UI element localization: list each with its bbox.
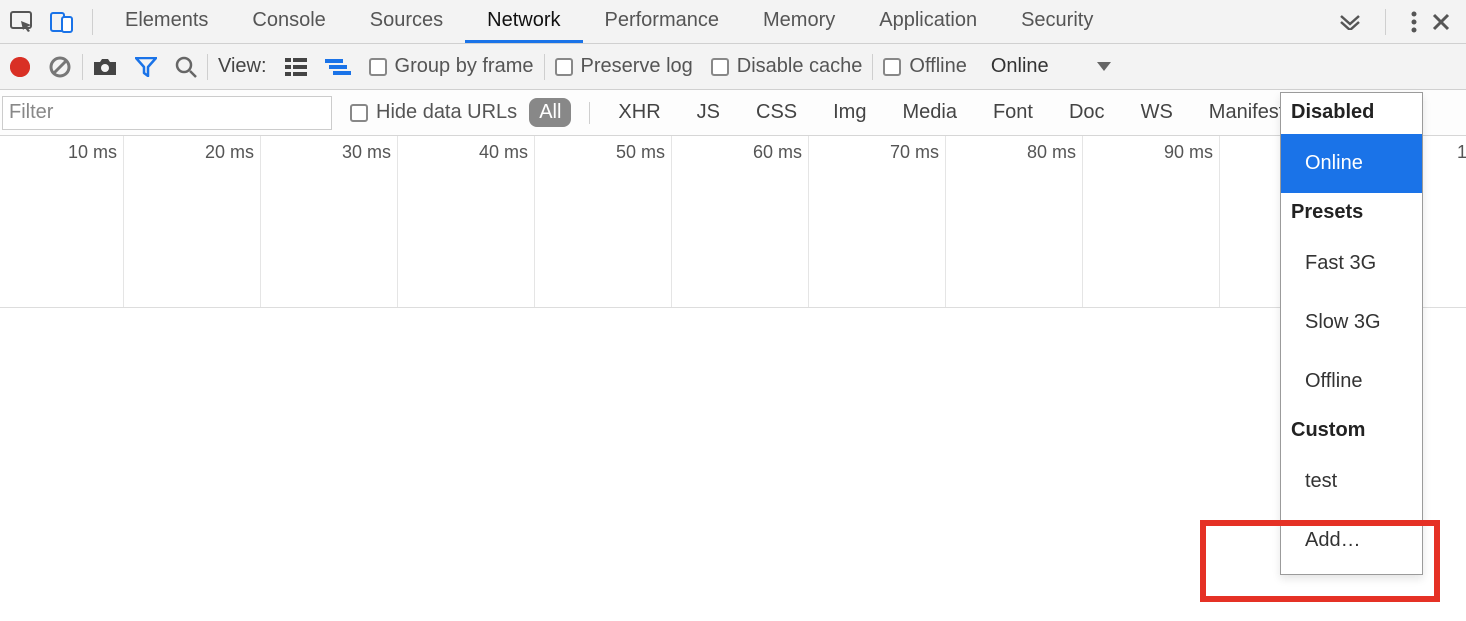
checkbox-icon bbox=[883, 58, 901, 76]
tick-label: 50 ms bbox=[616, 142, 665, 163]
hide-data-urls-checkbox[interactable]: Hide data URLs bbox=[350, 101, 517, 124]
filter-type-font[interactable]: Font bbox=[983, 98, 1043, 127]
panel-tabs: Elements Console Sources Network Perform… bbox=[103, 0, 1339, 43]
throttle-option-fast3g[interactable]: Fast 3G bbox=[1281, 234, 1422, 293]
group-by-frame-label: Group by frame bbox=[395, 55, 534, 78]
throttle-option-offline[interactable]: Offline bbox=[1281, 352, 1422, 411]
offline-label: Offline bbox=[909, 55, 966, 78]
clear-icon[interactable] bbox=[48, 55, 72, 79]
group-by-frame-checkbox[interactable]: Group by frame bbox=[369, 55, 534, 78]
filter-type-doc[interactable]: Doc bbox=[1059, 98, 1115, 127]
filter-icon[interactable] bbox=[135, 57, 157, 77]
preserve-log-label: Preserve log bbox=[581, 55, 693, 78]
filter-type-css[interactable]: CSS bbox=[746, 98, 807, 127]
network-toolbar: View: Group by frame Preserve log Disabl… bbox=[0, 44, 1466, 90]
filter-input[interactable] bbox=[2, 96, 332, 130]
separator bbox=[207, 54, 208, 80]
separator bbox=[92, 9, 93, 35]
network-filter-bar: Hide data URLs All XHR JS CSS Img Media … bbox=[0, 90, 1466, 136]
view-label: View: bbox=[218, 55, 267, 78]
tick-label: 70 ms bbox=[890, 142, 939, 163]
network-timeline-overview[interactable]: 10 ms 20 ms 30 ms 40 ms 50 ms 60 ms 70 m… bbox=[0, 136, 1466, 308]
hide-data-urls-label: Hide data URLs bbox=[376, 101, 517, 124]
devtools-tab-strip: Elements Console Sources Network Perform… bbox=[0, 0, 1466, 44]
tick-label: 80 ms bbox=[1027, 142, 1076, 163]
throttle-option-test[interactable]: test bbox=[1281, 452, 1422, 511]
tab-console[interactable]: Console bbox=[230, 0, 347, 43]
throttling-select[interactable]: Online bbox=[985, 53, 1117, 80]
tab-security[interactable]: Security bbox=[999, 0, 1115, 43]
filter-type-js[interactable]: JS bbox=[687, 98, 730, 127]
filter-type-media[interactable]: Media bbox=[892, 98, 966, 127]
tick-label: 60 ms bbox=[753, 142, 802, 163]
tick-label: 110 ms bbox=[1457, 142, 1466, 163]
kebab-menu-icon[interactable] bbox=[1410, 11, 1418, 33]
record-icon[interactable] bbox=[10, 57, 30, 77]
chevron-down-icon bbox=[1097, 62, 1111, 71]
throttle-option-add[interactable]: Add… bbox=[1281, 511, 1422, 570]
offline-checkbox[interactable]: Offline bbox=[883, 55, 966, 78]
throttling-dropdown: Disabled Online Presets Fast 3G Slow 3G … bbox=[1280, 92, 1423, 575]
disable-cache-checkbox[interactable]: Disable cache bbox=[711, 55, 863, 78]
waterfall-view-icon[interactable] bbox=[325, 59, 351, 75]
close-icon[interactable] bbox=[1432, 13, 1450, 31]
separator bbox=[544, 54, 545, 80]
tab-elements[interactable]: Elements bbox=[103, 0, 230, 43]
tab-sources[interactable]: Sources bbox=[348, 0, 465, 43]
inspect-element-icon[interactable] bbox=[10, 11, 36, 33]
tab-application[interactable]: Application bbox=[857, 0, 999, 43]
throttle-option-online[interactable]: Online bbox=[1281, 134, 1422, 193]
preserve-log-checkbox[interactable]: Preserve log bbox=[555, 55, 693, 78]
filter-type-img[interactable]: Img bbox=[823, 98, 876, 127]
tab-performance[interactable]: Performance bbox=[583, 0, 742, 43]
throttling-value: Online bbox=[991, 55, 1049, 78]
tab-memory[interactable]: Memory bbox=[741, 0, 857, 43]
tick-label: 40 ms bbox=[479, 142, 528, 163]
search-icon[interactable] bbox=[175, 56, 197, 78]
checkbox-icon bbox=[350, 104, 368, 122]
separator bbox=[82, 54, 83, 80]
tab-network[interactable]: Network bbox=[465, 0, 582, 43]
filter-type-all[interactable]: All bbox=[529, 98, 571, 127]
tick-label: 10 ms bbox=[68, 142, 117, 163]
large-rows-icon[interactable] bbox=[285, 58, 307, 76]
tick-label: 20 ms bbox=[205, 142, 254, 163]
throttle-option-slow3g[interactable]: Slow 3G bbox=[1281, 293, 1422, 352]
checkbox-icon bbox=[369, 58, 387, 76]
dropdown-section-custom: Custom bbox=[1281, 411, 1422, 452]
more-tabs-icon[interactable] bbox=[1339, 14, 1361, 30]
disable-cache-label: Disable cache bbox=[737, 55, 863, 78]
separator bbox=[872, 54, 873, 80]
tick-label: 90 ms bbox=[1164, 142, 1213, 163]
dropdown-section-presets: Presets bbox=[1281, 193, 1422, 234]
filter-type-ws[interactable]: WS bbox=[1131, 98, 1183, 127]
tick-label: 30 ms bbox=[342, 142, 391, 163]
checkbox-icon bbox=[555, 58, 573, 76]
device-toolbar-icon[interactable] bbox=[50, 11, 74, 33]
checkbox-icon bbox=[711, 58, 729, 76]
separator bbox=[589, 102, 590, 124]
filter-type-xhr[interactable]: XHR bbox=[608, 98, 670, 127]
capture-screenshots-icon[interactable] bbox=[93, 58, 117, 76]
separator bbox=[1385, 9, 1386, 35]
dropdown-section-disabled: Disabled bbox=[1281, 93, 1422, 134]
